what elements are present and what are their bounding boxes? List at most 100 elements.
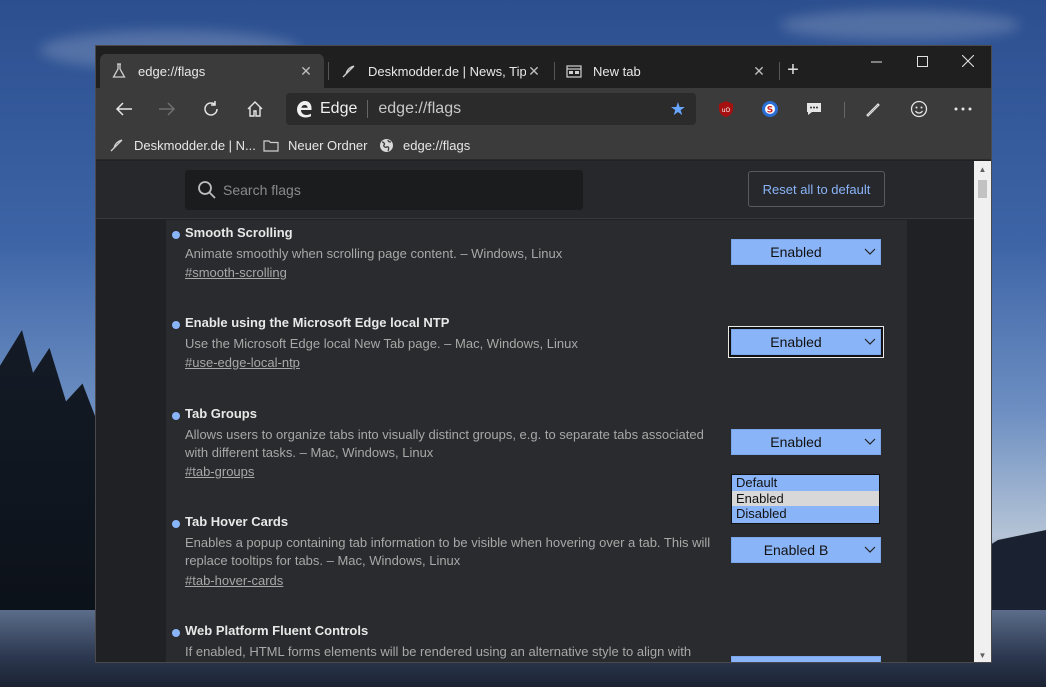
scrollbar-thumb[interactable] <box>978 180 987 198</box>
chat-extension-icon[interactable] <box>804 99 824 119</box>
page-scrollbar[interactable]: ▲ ▼ <box>974 161 991 662</box>
flag-item-tab-hover-cards: Tab Hover Cards Enables a popup containi… <box>166 514 907 588</box>
bookmark-label: Deskmodder.de | N... <box>134 137 256 153</box>
browser-brand: Edge <box>320 100 358 117</box>
search-input[interactable] <box>223 182 563 198</box>
flag-title: Smooth Scrolling <box>185 225 293 240</box>
close-window-button[interactable] <box>945 46 991 76</box>
flag-select-tab-hover-cards[interactable]: Enabled B <box>731 537 881 563</box>
flag-link[interactable]: #tab-groups <box>185 464 254 479</box>
address-bar[interactable]: Edge edge://flags ★ <box>286 93 696 125</box>
scroll-down-arrow-icon[interactable]: ▼ <box>974 647 991 662</box>
dropdown-option-default[interactable]: Default <box>732 475 879 491</box>
bookmark-label: edge://flags <box>403 137 471 153</box>
bookmark-label: Neuer Ordner <box>288 137 368 153</box>
svg-text:S: S <box>767 106 773 116</box>
toolbar: Edge edge://flags ★ uO S <box>96 88 991 130</box>
tab-deskmodder[interactable]: Deskmodder.de | News, Tipps ✕ <box>330 54 552 88</box>
chevron-down-icon <box>860 248 880 256</box>
globe-icon <box>377 136 395 154</box>
flags-header: Reset all to default <box>96 161 976 219</box>
dropdown-list: Default Enabled Disabled <box>731 474 880 524</box>
edge-logo-icon <box>294 99 314 119</box>
scroll-up-arrow-icon[interactable]: ▲ <box>974 161 991 178</box>
tab-strip: edge://flags ✕ Deskmodder.de | News, Tip… <box>96 46 991 88</box>
flag-description: Allows users to organize tabs into visua… <box>185 427 704 460</box>
flag-title: Enable using the Microsoft Edge local NT… <box>185 315 450 330</box>
flag-description: Enables a popup containing tab informati… <box>185 535 711 568</box>
flag-bullet <box>172 520 180 528</box>
reset-all-button[interactable]: Reset all to default <box>748 171 885 207</box>
refresh-button[interactable] <box>196 94 226 124</box>
tab-separator <box>779 62 780 80</box>
new-tab-button[interactable]: + <box>781 58 805 82</box>
flag-bullet <box>172 321 180 329</box>
flag-description: Use the Microsoft Edge local New Tab pag… <box>185 336 578 351</box>
feather-icon <box>108 136 126 154</box>
flag-select-edge-local-ntp[interactable]: Enabled <box>729 327 883 357</box>
flag-bullet <box>172 231 180 239</box>
flag-select-tab-groups[interactable]: Enabled <box>731 429 881 455</box>
flag-item-tab-groups: Tab Groups Allows users to organize tabs… <box>166 406 907 479</box>
browser-window: edge://flags ✕ Deskmodder.de | News, Tip… <box>95 45 992 663</box>
flag-title: Tab Hover Cards <box>185 514 289 529</box>
dropdown-option-disabled[interactable]: Disabled <box>732 506 879 522</box>
chevron-down-icon <box>860 546 880 554</box>
flags-list: Smooth Scrolling Animate smoothly when s… <box>166 220 907 662</box>
flag-link[interactable]: #use-edge-local-ntp <box>185 355 300 370</box>
dropdown-option-enabled[interactable]: Enabled <box>732 490 879 506</box>
flag-link[interactable]: #smooth-scrolling <box>185 265 287 280</box>
flag-item-web-platform-fluent-controls: Web Platform Fluent Controls If enabled,… <box>166 623 907 662</box>
flag-item-smooth-scrolling: Smooth Scrolling Animate smoothly when s… <box>166 225 907 285</box>
close-icon[interactable]: ✕ <box>526 63 542 80</box>
flags-page: Reset all to default Smooth Scrolling An… <box>96 161 976 662</box>
cloud <box>780 10 1020 40</box>
tab-newtab[interactable]: New tab ✕ <box>555 54 777 88</box>
newtab-icon <box>565 62 583 80</box>
select-value: Enabled <box>770 434 822 450</box>
tab-title: Deskmodder.de | News, Tipps <box>368 63 526 79</box>
flag-item-edge-local-ntp: Enable using the Microsoft Edge local NT… <box>166 315 907 375</box>
flag-select-smooth-scrolling[interactable]: Enabled <box>731 239 881 265</box>
more-menu-icon[interactable] <box>953 99 973 119</box>
tab-title: New tab <box>593 63 641 79</box>
minimize-button[interactable] <box>853 46 899 76</box>
flag-bullet <box>172 412 180 420</box>
favorite-star-icon[interactable]: ★ <box>670 99 686 120</box>
flag-title: Web Platform Fluent Controls <box>185 623 369 638</box>
forward-button[interactable] <box>152 94 182 124</box>
search-box[interactable] <box>185 170 583 210</box>
flag-select-web-platform-fluent-controls[interactable] <box>731 656 881 662</box>
bookmark-folder[interactable]: Neuer Ordner <box>262 135 367 155</box>
extension-s-icon[interactable]: S <box>760 99 780 119</box>
folder-icon <box>262 136 280 154</box>
url-text[interactable]: edge://flags <box>378 100 669 118</box>
flag-bullet <box>172 629 180 637</box>
tab-flags[interactable]: edge://flags ✕ <box>100 54 324 88</box>
select-value: Enabled B <box>763 542 829 558</box>
pen-icon[interactable] <box>863 99 883 119</box>
omnibox-divider <box>367 100 369 118</box>
toolbar-separator <box>844 102 845 118</box>
close-icon[interactable]: ✕ <box>298 63 314 80</box>
chevron-down-icon <box>860 438 880 446</box>
flag-description: Animate smoothly when scrolling page con… <box>185 246 563 261</box>
flask-icon <box>110 62 128 80</box>
svg-text:uO: uO <box>722 107 731 114</box>
bookmark-deskmodder[interactable]: Deskmodder.de | N... <box>108 135 256 155</box>
close-icon[interactable]: ✕ <box>751 63 767 80</box>
smiley-feedback-icon[interactable] <box>909 99 929 119</box>
flag-link[interactable]: #tab-hover-cards <box>185 573 283 588</box>
feather-icon <box>340 62 358 80</box>
ublock-icon[interactable]: uO <box>716 99 736 119</box>
search-icon <box>198 181 216 199</box>
flag-description: If enabled, HTML forms elements will be … <box>185 644 692 659</box>
chevron-down-icon <box>860 338 880 346</box>
maximize-button[interactable] <box>899 46 945 76</box>
bookmark-flags[interactable]: edge://flags <box>377 135 470 155</box>
home-button[interactable] <box>240 94 270 124</box>
tab-title: edge://flags <box>138 63 206 79</box>
favorites-bar: Deskmodder.de | N... Neuer Ordner edge:/… <box>96 130 991 160</box>
back-button[interactable] <box>109 94 139 124</box>
select-value: Enabled <box>770 244 822 260</box>
